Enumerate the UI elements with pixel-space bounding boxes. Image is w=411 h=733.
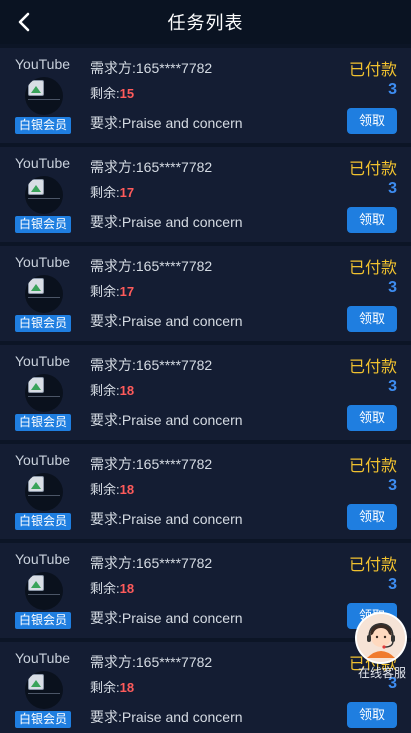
payment-status: 已付款 — [348, 260, 397, 277]
remaining-label: 剩余: — [90, 284, 120, 299]
broken-image-icon — [28, 278, 44, 294]
avatar — [25, 572, 63, 610]
avatar — [25, 671, 63, 709]
task-count: 3 — [388, 81, 397, 98]
page-title: 任务列表 — [167, 13, 244, 33]
task-card: YouTube 白银会员 需求方:165****7782 剩余:17 要求:Pr… — [0, 147, 411, 242]
customer-service-icon — [357, 614, 405, 662]
task-card: YouTube 白银会员 需求方:165****7782 剩余:18 要求:Pr… — [0, 345, 411, 440]
remaining-value: 18 — [119, 581, 135, 596]
online-service-label: 在线客服 — [357, 666, 406, 680]
platform-name: YouTube — [15, 551, 71, 567]
online-service-button[interactable]: 在线客服 — [355, 614, 409, 680]
requester-text: 需求方:165****7782 — [90, 456, 213, 472]
platform-name: YouTube — [15, 155, 71, 171]
remaining-value: 17 — [119, 284, 135, 299]
task-card: YouTube 白银会员 需求方:165****7782 剩余:18 要求:Pr… — [0, 543, 411, 638]
claim-button[interactable]: 领取 — [347, 702, 397, 728]
task-count: 3 — [388, 180, 397, 197]
requirement-text: 要求:Praise and concern — [90, 313, 243, 329]
payment-status: 已付款 — [348, 161, 397, 178]
remaining-value: 15 — [119, 86, 135, 101]
remaining-text: 剩余:18 — [90, 380, 134, 399]
remaining-value: 17 — [119, 185, 135, 200]
broken-image-icon — [28, 476, 44, 492]
remaining-text: 剩余:18 — [90, 578, 134, 597]
top-bar: 任务列表 — [0, 0, 411, 44]
avatar — [25, 473, 63, 511]
remaining-label: 剩余: — [90, 86, 120, 101]
requirement-text: 要求:Praise and concern — [90, 214, 243, 230]
remaining-label: 剩余: — [90, 383, 120, 398]
member-badge: 白银会员 — [15, 315, 71, 332]
remaining-text: 剩余:17 — [90, 281, 134, 300]
broken-image-icon — [28, 80, 44, 96]
task-count: 3 — [388, 576, 397, 593]
platform-name: YouTube — [15, 353, 71, 369]
platform-name: YouTube — [15, 452, 71, 468]
avatar — [25, 374, 63, 412]
member-badge: 白银会员 — [15, 711, 71, 728]
remaining-text: 剩余:17 — [90, 182, 134, 201]
payment-status: 已付款 — [348, 62, 397, 79]
claim-button[interactable]: 领取 — [347, 504, 397, 530]
requirement-text: 要求:Praise and concern — [90, 610, 243, 626]
claim-button[interactable]: 领取 — [347, 306, 397, 332]
remaining-label: 剩余: — [90, 482, 120, 497]
requester-text: 需求方:165****7782 — [90, 555, 213, 571]
broken-image-icon — [28, 377, 44, 393]
member-badge: 白银会员 — [15, 117, 71, 134]
claim-button[interactable]: 领取 — [347, 207, 397, 233]
avatar — [25, 77, 63, 115]
payment-status: 已付款 — [348, 458, 397, 475]
broken-image-icon — [28, 575, 44, 591]
remaining-text: 剩余:18 — [90, 677, 134, 696]
back-button[interactable] — [10, 8, 38, 36]
requester-text: 需求方:165****7782 — [90, 159, 213, 175]
requester-text: 需求方:165****7782 — [90, 258, 213, 274]
payment-status: 已付款 — [348, 359, 397, 376]
remaining-label: 剩余: — [90, 680, 120, 695]
member-badge: 白银会员 — [15, 216, 71, 233]
avatar — [25, 275, 63, 313]
remaining-text: 剩余:18 — [90, 479, 134, 498]
task-count: 3 — [388, 378, 397, 395]
requirement-text: 要求:Praise and concern — [90, 511, 243, 527]
chevron-left-icon — [18, 12, 30, 32]
task-list: YouTube 白银会员 需求方:165****7782 剩余:15 要求:Pr… — [0, 48, 411, 733]
remaining-value: 18 — [119, 383, 135, 398]
requirement-text: 要求:Praise and concern — [90, 115, 243, 131]
requirement-text: 要求:Praise and concern — [90, 709, 243, 725]
remaining-text: 剩余:15 — [90, 83, 134, 102]
requester-text: 需求方:165****7782 — [90, 357, 213, 373]
requester-text: 需求方:165****7782 — [90, 654, 213, 670]
requester-text: 需求方:165****7782 — [90, 60, 213, 76]
platform-name: YouTube — [15, 650, 71, 666]
task-count: 3 — [388, 279, 397, 296]
task-count: 3 — [388, 477, 397, 494]
task-card: YouTube 白银会员 需求方:165****7782 剩余:18 要求:Pr… — [0, 444, 411, 539]
platform-name: YouTube — [15, 254, 71, 270]
task-card: YouTube 白银会员 需求方:165****7782 剩余:15 要求:Pr… — [0, 48, 411, 143]
task-card: YouTube 白银会员 需求方:165****7782 剩余:18 要求:Pr… — [0, 642, 411, 733]
remaining-value: 18 — [119, 680, 135, 695]
member-badge: 白银会员 — [15, 513, 71, 530]
payment-status: 已付款 — [348, 557, 397, 574]
remaining-value: 18 — [119, 482, 135, 497]
platform-name: YouTube — [15, 56, 71, 72]
requirement-text: 要求:Praise and concern — [90, 412, 243, 428]
task-card: YouTube 白银会员 需求方:165****7782 剩余:17 要求:Pr… — [0, 246, 411, 341]
broken-image-icon — [28, 674, 44, 690]
remaining-label: 剩余: — [90, 581, 120, 596]
claim-button[interactable]: 领取 — [347, 405, 397, 431]
avatar — [25, 176, 63, 214]
member-badge: 白银会员 — [15, 612, 71, 629]
remaining-label: 剩余: — [90, 185, 120, 200]
broken-image-icon — [28, 179, 44, 195]
claim-button[interactable]: 领取 — [347, 108, 397, 134]
member-badge: 白银会员 — [15, 414, 71, 431]
